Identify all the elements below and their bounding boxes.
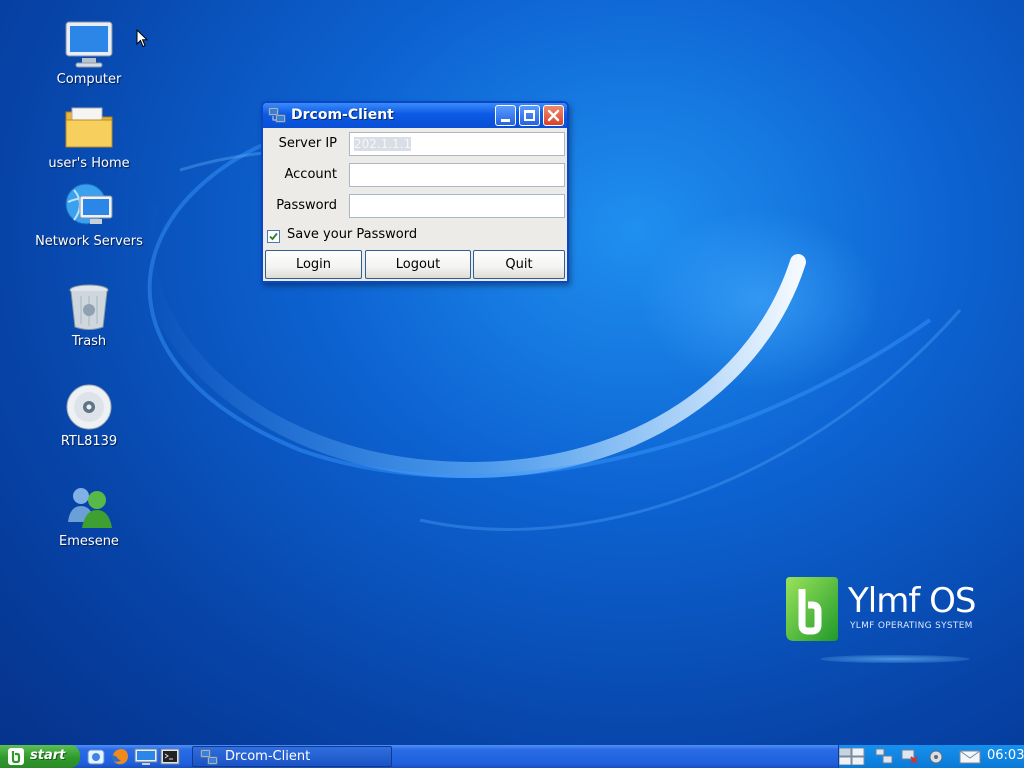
desktop-icon-label: Network Servers [35, 234, 143, 249]
trash-icon [64, 282, 114, 332]
cd-drive-icon [64, 382, 114, 432]
clock[interactable]: 06:03 [987, 748, 1024, 763]
network-servers-icon [64, 182, 114, 232]
account-input[interactable] [349, 163, 565, 187]
window-titlebar[interactable]: Drcom-Client [263, 103, 567, 128]
network-connection-icon[interactable] [875, 748, 893, 765]
close-button[interactable] [543, 105, 564, 126]
desktop-icon-network-servers[interactable]: Network Servers [24, 182, 154, 249]
logo-tagline: YLMF OPERATING SYSTEM [850, 621, 973, 631]
desktop-icon-rtl8139[interactable]: RTL8139 [24, 382, 154, 449]
quicklaunch-finder-icon[interactable] [86, 747, 106, 766]
network-app-icon [200, 749, 218, 765]
password-label: Password [276, 198, 337, 213]
network-disconnected-icon[interactable] [901, 748, 919, 765]
drcom-client-window[interactable]: Drcom-Client Server IP 202.1.1.1 Account… [261, 101, 569, 283]
start-logo-icon [8, 748, 24, 765]
firefox-icon[interactable] [110, 747, 130, 766]
quit-button[interactable]: Quit [473, 250, 565, 279]
window-title: Drcom-Client [291, 107, 394, 123]
checkmark-icon [269, 232, 278, 241]
ylmf-logo-mark-icon [786, 577, 838, 641]
desktop-icon-users-home[interactable]: user's Home [24, 104, 154, 171]
terminal-icon[interactable] [160, 747, 180, 766]
desktop-icon-computer[interactable]: Computer [24, 20, 154, 87]
maximize-icon [524, 110, 535, 121]
show-desktop-icon[interactable] [134, 747, 158, 766]
system-tray: 06:03 [838, 745, 1024, 768]
taskbar-item-label: Drcom-Client [225, 749, 311, 764]
start-button[interactable]: start [0, 745, 80, 768]
desktop-icon-label: user's Home [48, 156, 130, 171]
emesene-icon [64, 482, 114, 532]
volume-icon[interactable] [927, 748, 945, 765]
mouse-pointer-icon [136, 29, 148, 48]
desktop-icon-label: Computer [56, 72, 122, 87]
maximize-button[interactable] [519, 105, 540, 126]
desktop-icon-label: RTL8139 [60, 434, 118, 449]
logo-reflection [820, 655, 970, 663]
logout-button[interactable]: Logout [365, 250, 471, 279]
ylmf-logo: Ylmf OS YLMF OPERATING SYSTEM [780, 575, 980, 670]
minimize-button[interactable] [495, 105, 516, 126]
close-icon [547, 109, 560, 122]
start-label: start [30, 748, 66, 763]
workspace-switcher-icon[interactable] [838, 747, 865, 766]
server-ip-label: Server IP [278, 136, 337, 151]
server-ip-input[interactable]: 202.1.1.1 [349, 132, 565, 156]
login-button[interactable]: Login [265, 250, 362, 279]
taskbar-item-drcom-client[interactable]: Drcom-Client [192, 746, 392, 767]
desktop-icon-emesene[interactable]: Emesene [24, 482, 154, 549]
taskbar: start Drcom-Client 06:03 [0, 745, 1024, 768]
server-ip-value: 202.1.1.1 [354, 137, 412, 151]
account-label: Account [284, 167, 338, 182]
desktop-icon-trash[interactable]: Trash [24, 282, 154, 349]
mail-icon[interactable] [959, 748, 981, 765]
logo-brand-text: Ylmf OS [848, 581, 976, 621]
save-password-label[interactable]: Save your Password [287, 227, 417, 242]
password-input[interactable] [349, 194, 565, 218]
network-app-icon [268, 107, 286, 123]
desktop-icon-label: Emesene [59, 534, 119, 549]
desktop-icon-label: Trash [71, 334, 107, 349]
home-folder-icon [64, 104, 114, 154]
window-client-area: Server IP 202.1.1.1 Account Password Sav… [263, 128, 567, 281]
save-password-checkbox[interactable] [267, 230, 280, 243]
computer-icon [64, 20, 114, 70]
minimize-icon [501, 119, 510, 122]
